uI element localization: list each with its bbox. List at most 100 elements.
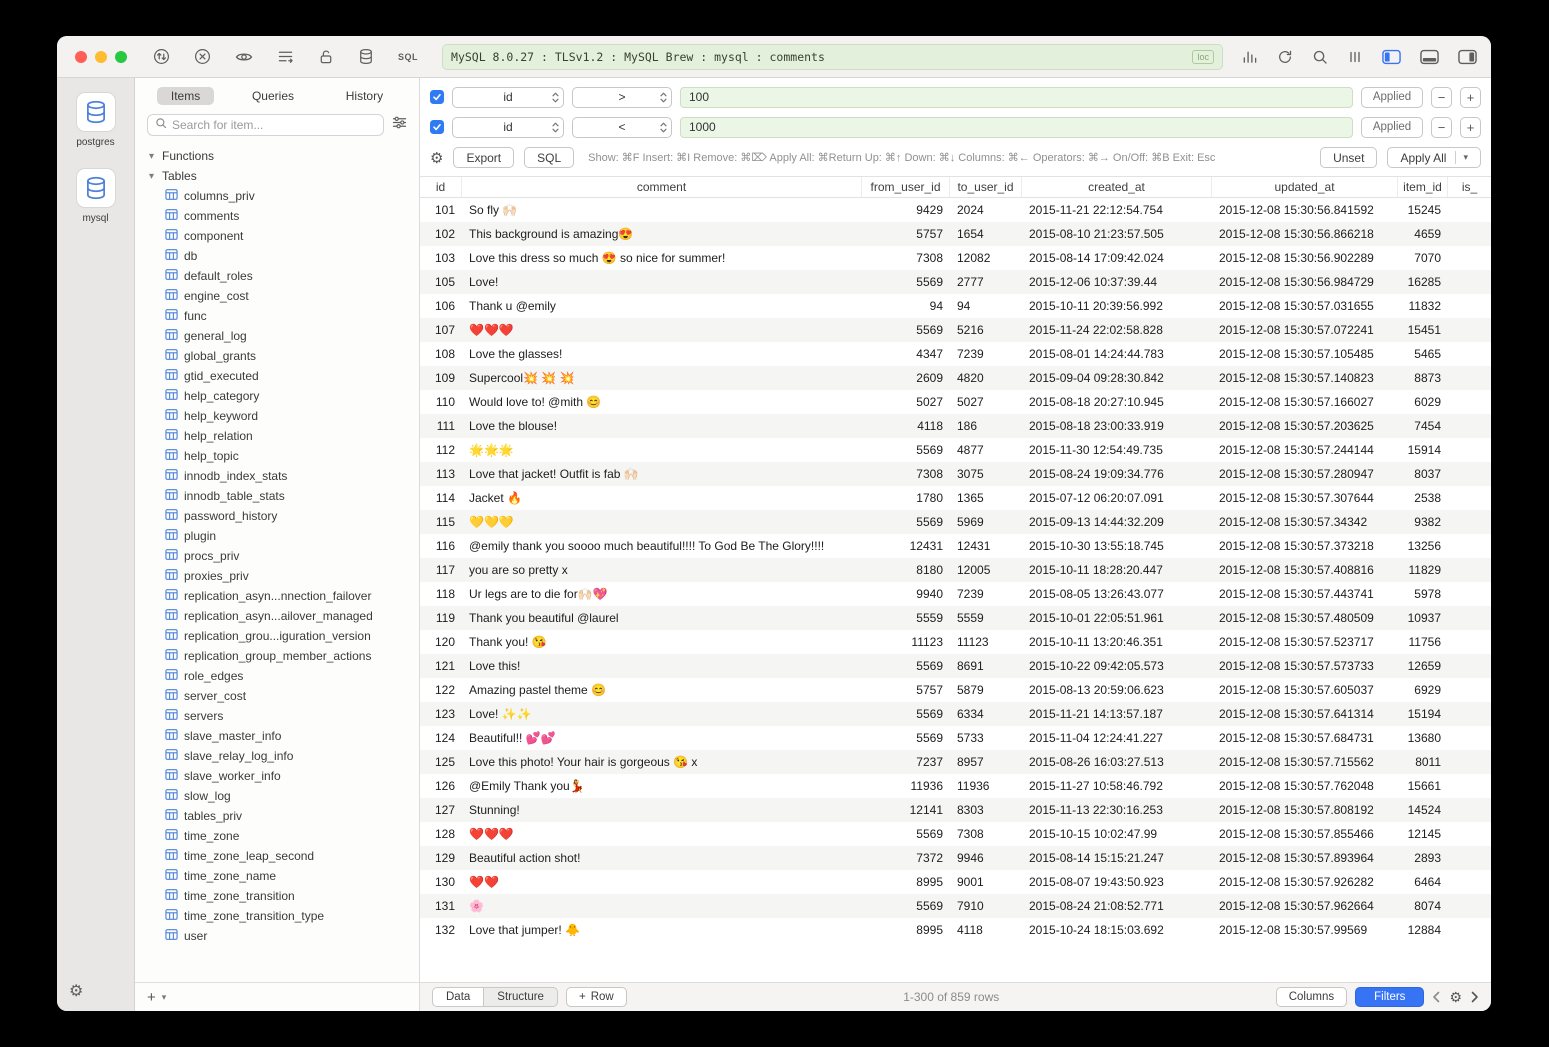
table-item[interactable]: slave_worker_info <box>135 766 419 786</box>
cell-created-at[interactable]: 2015-10-22 09:42:05.573 <box>1022 654 1212 678</box>
cell-updated-at[interactable]: 2015-12-08 15:30:57.280947 <box>1212 462 1398 486</box>
cell-id[interactable]: 129 <box>420 846 462 870</box>
cell-from-user-id[interactable]: 4118 <box>862 414 950 438</box>
cell-comment[interactable]: Love! ✨✨ <box>462 702 862 726</box>
cell-updated-at[interactable]: 2015-12-08 15:30:57.715562 <box>1212 750 1398 774</box>
cell-comment[interactable]: Beautiful!! 💕💕 <box>462 726 862 750</box>
table-row[interactable]: 128 ❤️❤️❤️ 5569 7308 2015-10-15 10:02:47… <box>420 822 1491 846</box>
table-item[interactable]: slow_log <box>135 786 419 806</box>
cell-created-at[interactable]: 2015-10-11 20:39:56.992 <box>1022 294 1212 318</box>
cell-comment[interactable]: ❤️❤️❤️ <box>462 318 862 342</box>
cell-updated-at[interactable]: 2015-12-08 15:30:57.926282 <box>1212 870 1398 894</box>
column-header-id[interactable]: id <box>420 177 462 197</box>
cell-to-user-id[interactable]: 5969 <box>950 510 1022 534</box>
cell-is[interactable] <box>1448 774 1491 798</box>
table-settings-gear-icon[interactable]: ⚙ <box>1449 989 1462 1006</box>
cell-item-id[interactable]: 15194 <box>1398 702 1448 726</box>
filters-button[interactable]: Filters <box>1355 987 1424 1007</box>
cell-updated-at[interactable]: 2015-12-08 15:30:57.893964 <box>1212 846 1398 870</box>
cell-comment[interactable]: Thank you beautiful @laurel <box>462 606 862 630</box>
table-item[interactable]: proxies_priv <box>135 566 419 586</box>
table-row[interactable]: 116 @emily thank you soooo much beautifu… <box>420 534 1491 558</box>
cell-comment[interactable]: Beautiful action shot! <box>462 846 862 870</box>
table-row[interactable]: 117 you are so pretty x 8180 12005 2015-… <box>420 558 1491 582</box>
table-row[interactable]: 101 So fly 🙌🏻 9429 2024 2015-11-21 22:12… <box>420 198 1491 222</box>
cell-item-id[interactable]: 15914 <box>1398 438 1448 462</box>
cell-id[interactable]: 111 <box>420 414 462 438</box>
cell-created-at[interactable]: 2015-10-15 10:02:47.99 <box>1022 822 1212 846</box>
section-functions[interactable]: ▾ Functions <box>135 146 419 166</box>
cell-comment[interactable]: Love this photo! Your hair is gorgeous 😘… <box>462 750 862 774</box>
cell-to-user-id[interactable]: 4877 <box>950 438 1022 462</box>
database-icon[interactable] <box>358 48 374 65</box>
table-row[interactable]: 119 Thank you beautiful @laurel 5559 555… <box>420 606 1491 630</box>
table-row[interactable]: 113 Love that jacket! Outfit is fab 🙌🏻 7… <box>420 462 1491 486</box>
cell-from-user-id[interactable]: 9429 <box>862 198 950 222</box>
cell-id[interactable]: 131 <box>420 894 462 918</box>
cell-item-id[interactable]: 15661 <box>1398 774 1448 798</box>
cell-id[interactable]: 102 <box>420 222 462 246</box>
table-row[interactable]: 108 Love the glasses! 4347 7239 2015-08-… <box>420 342 1491 366</box>
cell-is[interactable] <box>1448 918 1491 942</box>
cell-to-user-id[interactable]: 1365 <box>950 486 1022 510</box>
cell-updated-at[interactable]: 2015-12-08 15:30:57.684731 <box>1212 726 1398 750</box>
column-header-to-user-id[interactable]: to_user_id <box>950 177 1022 197</box>
cell-comment[interactable]: @Emily Thank you💃 <box>462 774 862 798</box>
table-row[interactable]: 124 Beautiful!! 💕💕 5569 5733 2015-11-04 … <box>420 726 1491 750</box>
cell-comment[interactable]: 🌟🌟🌟 <box>462 438 862 462</box>
cell-item-id[interactable]: 16285 <box>1398 270 1448 294</box>
cell-item-id[interactable]: 8873 <box>1398 366 1448 390</box>
table-item[interactable]: general_log <box>135 326 419 346</box>
rows-export-icon[interactable] <box>277 49 294 64</box>
cell-to-user-id[interactable]: 8957 <box>950 750 1022 774</box>
cell-id[interactable]: 124 <box>420 726 462 750</box>
add-row-button[interactable]: + Row <box>566 987 627 1007</box>
toggle-right-panel-icon[interactable] <box>1458 49 1477 65</box>
cell-from-user-id[interactable]: 5757 <box>862 222 950 246</box>
cell-item-id[interactable]: 6929 <box>1398 678 1448 702</box>
cell-item-id[interactable]: 8037 <box>1398 462 1448 486</box>
structure-tab-button[interactable]: Structure <box>484 987 558 1007</box>
cell-id[interactable]: 130 <box>420 870 462 894</box>
unset-button[interactable]: Unset <box>1320 147 1377 168</box>
cell-item-id[interactable]: 11756 <box>1398 630 1448 654</box>
cell-to-user-id[interactable]: 7910 <box>950 894 1022 918</box>
sql-button[interactable]: SQL <box>524 147 574 168</box>
cell-updated-at[interactable]: 2015-12-08 15:30:57.031655 <box>1212 294 1398 318</box>
cell-from-user-id[interactable]: 11936 <box>862 774 950 798</box>
column-header-from-user-id[interactable]: from_user_id <box>862 177 950 197</box>
table-item[interactable]: gtid_executed <box>135 366 419 386</box>
cell-to-user-id[interactable]: 12431 <box>950 534 1022 558</box>
table-item[interactable]: slave_relay_log_info <box>135 746 419 766</box>
filter-operator-select[interactable]: < <box>572 117 672 138</box>
table-row[interactable]: 131 🌸 5569 7910 2015-08-24 21:08:52.771 … <box>420 894 1491 918</box>
zoom-window-button[interactable] <box>115 51 127 63</box>
add-item-button[interactable]: + <box>147 989 156 1006</box>
table-row[interactable]: 109 Supercool💥 💥 💥 2609 4820 2015-09-04 … <box>420 366 1491 390</box>
cell-created-at[interactable]: 2015-08-07 19:43:50.923 <box>1022 870 1212 894</box>
preview-eye-icon[interactable] <box>235 49 253 65</box>
cell-from-user-id[interactable]: 12141 <box>862 798 950 822</box>
cell-created-at[interactable]: 2015-12-06 10:37:39.44 <box>1022 270 1212 294</box>
cell-to-user-id[interactable]: 2024 <box>950 198 1022 222</box>
cell-to-user-id[interactable]: 9946 <box>950 846 1022 870</box>
cell-from-user-id[interactable]: 2609 <box>862 366 950 390</box>
tab-queries[interactable]: Queries <box>238 87 308 105</box>
cell-is[interactable] <box>1448 846 1491 870</box>
table-item[interactable]: innodb_index_stats <box>135 466 419 486</box>
filter-operator-select[interactable]: > <box>572 87 672 108</box>
table-row[interactable]: 120 Thank you! 😘 11123 11123 2015-10-11 … <box>420 630 1491 654</box>
toggle-left-panel-icon[interactable] <box>1382 49 1401 65</box>
cell-created-at[interactable]: 2015-08-14 17:09:42.024 <box>1022 246 1212 270</box>
table-item[interactable]: help_keyword <box>135 406 419 426</box>
filter-applied-button[interactable]: Applied <box>1361 117 1423 138</box>
table-item[interactable]: role_edges <box>135 666 419 686</box>
cell-to-user-id[interactable]: 12082 <box>950 246 1022 270</box>
search-field[interactable] <box>147 114 384 136</box>
cell-is[interactable] <box>1448 558 1491 582</box>
add-filter-button[interactable]: + <box>1460 87 1481 108</box>
table-item[interactable]: password_history <box>135 506 419 526</box>
cell-to-user-id[interactable]: 7308 <box>950 822 1022 846</box>
cell-to-user-id[interactable]: 9001 <box>950 870 1022 894</box>
remove-filter-button[interactable]: − <box>1431 87 1452 108</box>
